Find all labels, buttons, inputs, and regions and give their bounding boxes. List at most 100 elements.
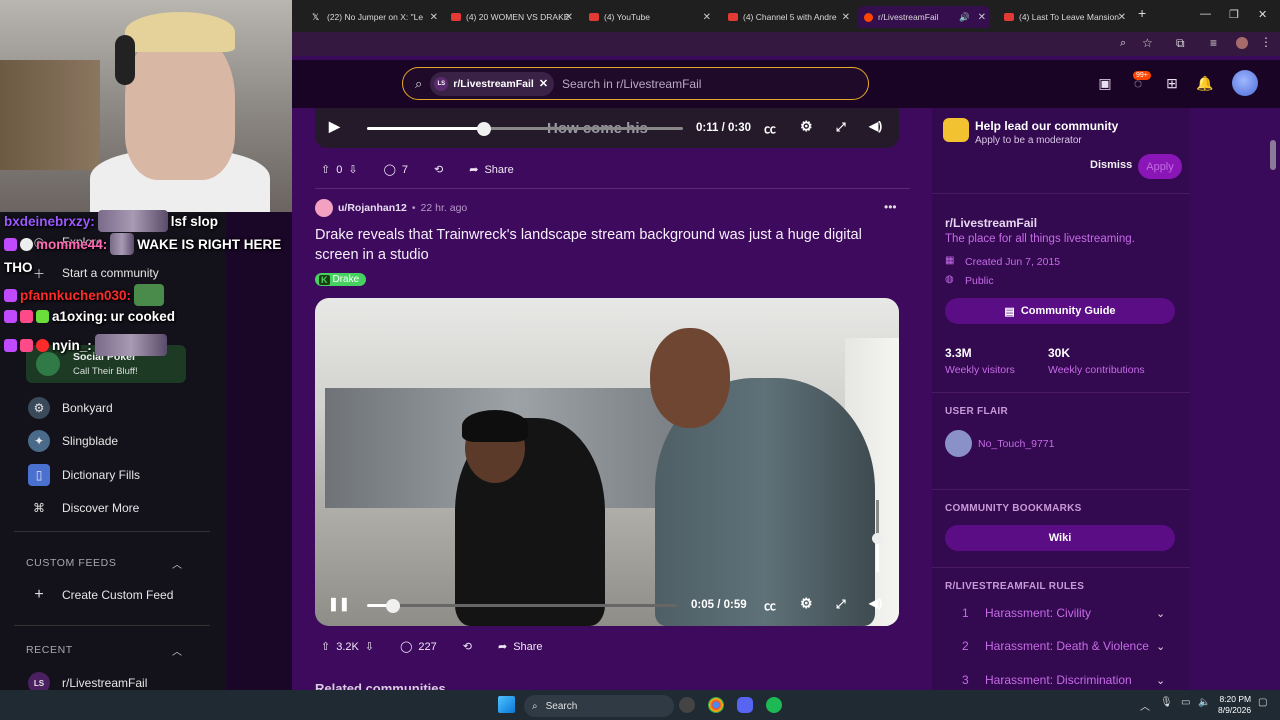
- close-icon[interactable]: ✕: [842, 12, 850, 23]
- fullscreen-icon[interactable]: ⤢: [836, 120, 846, 135]
- speaker-icon[interactable]: 🔊: [959, 12, 970, 23]
- post2-crosspost-button[interactable]: ⟲: [463, 640, 472, 653]
- notification-icon[interactable]: ▢: [1258, 697, 1267, 708]
- chevron-up-icon[interactable]: ︿: [1140, 698, 1150, 713]
- address-bar[interactable]: ⌕ ☆ ⧉ ≡ ⋮: [292, 32, 1280, 56]
- advertise-icon[interactable]: ▣: [1096, 74, 1114, 92]
- post2-title[interactable]: Drake reveals that Trainwreck's landscap…: [315, 225, 905, 265]
- minimize-icon[interactable]: —: [1200, 8, 1211, 20]
- tab-no-jumper[interactable]: 𝕏 (22) No Jumper on X: "Le ✕: [306, 6, 442, 28]
- media-control-icon[interactable]: ≡: [1210, 36, 1217, 50]
- wiki-button[interactable]: Wiki: [945, 525, 1175, 551]
- post2-seek-track[interactable]: [367, 604, 677, 607]
- star-icon[interactable]: ☆: [1142, 36, 1153, 50]
- discord-icon[interactable]: [737, 697, 753, 713]
- tab-channel-5[interactable]: (4) Channel 5 with Andre ✕: [722, 6, 854, 28]
- post1-video-player[interactable]: How come his ▶ 0:11 / 0:30 ㏄ ⚙ ⤢ ◀): [315, 108, 899, 148]
- post2-author[interactable]: u/Rojanhan12: [338, 202, 407, 214]
- custom-feeds-heading[interactable]: CUSTOM FEEDS: [26, 557, 116, 569]
- chevron-down-icon[interactable]: ⌄: [1156, 607, 1165, 620]
- recent-heading[interactable]: RECENT: [26, 644, 73, 656]
- sidebar-item-slingblade[interactable]: ✦ Slingblade: [28, 430, 118, 452]
- close-icon[interactable]: ✕: [539, 77, 548, 90]
- profile-icon[interactable]: [1236, 37, 1248, 49]
- dismiss-button[interactable]: Dismiss: [1090, 159, 1132, 171]
- close-icon[interactable]: ✕: [703, 12, 711, 23]
- create-custom-feed-button[interactable]: + Create Custom Feed: [28, 584, 173, 606]
- tab-20-women[interactable]: (4) 20 WOMEN VS DRAKE ✕: [445, 6, 577, 28]
- user-avatar[interactable]: [315, 199, 333, 217]
- extensions-icon[interactable]: ⧉: [1176, 36, 1185, 51]
- post2-flair[interactable]: K Drake: [315, 273, 367, 286]
- community-guide-button[interactable]: ▤ Community Guide: [945, 298, 1175, 324]
- spotify-icon[interactable]: [766, 697, 782, 713]
- windows-start-icon[interactable]: [498, 696, 515, 713]
- close-icon[interactable]: ✕: [978, 12, 986, 23]
- post2-share-button[interactable]: ➦ Share: [498, 640, 543, 654]
- sidebar-item-dictionary-fills[interactable]: ▯ Dictionary Fills: [28, 464, 140, 486]
- apply-button[interactable]: Apply: [1138, 154, 1182, 179]
- chevron-down-icon[interactable]: ⌄: [1156, 674, 1165, 687]
- rule-item[interactable]: 2 Harassment: Death & Violence ⌄: [962, 639, 1165, 653]
- post1-share-button[interactable]: ➦ Share: [469, 163, 514, 177]
- volume-icon[interactable]: ◀): [869, 119, 882, 133]
- post2-video-player[interactable]: ❚❚ 0:05 / 0:59 ㏄ ⚙ ⤢ ◀): [315, 298, 899, 626]
- post2-comments-button[interactable]: ◯ 227: [400, 640, 437, 654]
- more-options-icon[interactable]: •••: [884, 200, 897, 214]
- rule-item[interactable]: 3 Harassment: Discrimination ⌄: [962, 673, 1165, 687]
- taskbar-search[interactable]: ⌕ Search: [524, 695, 674, 717]
- tab-last-to-leave[interactable]: (4) Last To Leave Mansion ✕: [998, 6, 1130, 28]
- webcam-background-shelf: [0, 60, 100, 170]
- tab-youtube[interactable]: (4) YouTube ✕: [583, 6, 715, 28]
- chevron-up-icon[interactable]: ︿: [172, 643, 182, 658]
- new-tab-button[interactable]: +: [1138, 5, 1146, 21]
- upvote-icon[interactable]: ⇧: [321, 163, 330, 176]
- post1-comments-button[interactable]: ◯ 7: [384, 163, 408, 177]
- sidebar-item-start-community[interactable]: ＋ Start a community: [28, 262, 159, 284]
- downvote-icon[interactable]: ⇩: [365, 640, 374, 653]
- gear-icon[interactable]: ⚙: [800, 595, 813, 612]
- close-icon[interactable]: ✕: [430, 12, 438, 23]
- maximize-icon[interactable]: ❐: [1229, 8, 1239, 21]
- chevron-down-icon[interactable]: ⌄: [1156, 640, 1165, 653]
- search-community-chip[interactable]: LS r/LivestreamFail ✕: [430, 71, 555, 96]
- downvote-icon[interactable]: ⇩: [348, 163, 357, 176]
- pause-icon[interactable]: ❚❚: [328, 596, 350, 612]
- close-icon[interactable]: ✕: [1118, 12, 1126, 23]
- zoom-icon[interactable]: ⌕: [1120, 37, 1126, 50]
- monitor-icon[interactable]: ▭: [1181, 697, 1190, 708]
- post1-vote[interactable]: ⇧ 0 ⇩: [321, 163, 358, 177]
- streamer-webcam: [0, 0, 292, 212]
- chevron-up-icon[interactable]: ︿: [172, 556, 182, 571]
- menu-icon[interactable]: ⋮: [1260, 35, 1272, 49]
- app-icon[interactable]: [679, 697, 695, 713]
- fullscreen-icon[interactable]: ⤢: [836, 597, 846, 612]
- sidebar-item-bonkyard[interactable]: ⚙ Bonkyard: [28, 397, 113, 419]
- flair-avatar[interactable]: [945, 430, 972, 457]
- play-icon[interactable]: ▶: [329, 118, 340, 135]
- tab-livestreamfail[interactable]: r/LivestreamFail 🔊 ✕: [858, 6, 990, 28]
- gear-icon[interactable]: ⚙: [800, 118, 813, 135]
- post1-crosspost-button[interactable]: ⟲: [434, 163, 443, 176]
- close-window-icon[interactable]: ✕: [1258, 8, 1267, 21]
- upvote-icon[interactable]: ⇧: [321, 640, 330, 653]
- avatar[interactable]: [1232, 70, 1258, 96]
- bell-icon[interactable]: 🔔: [1196, 74, 1214, 92]
- microphone-icon[interactable]: 🎙: [1160, 697, 1173, 708]
- taskbar-clock[interactable]: 8:20 PM 8/9/2026: [1218, 694, 1251, 716]
- chrome-icon[interactable]: [708, 697, 724, 713]
- create-post-icon[interactable]: ⊞: [1163, 74, 1181, 92]
- close-icon[interactable]: ✕: [565, 12, 573, 23]
- post2-vote[interactable]: ⇧ 3.2K ⇩: [321, 640, 374, 654]
- rule-item[interactable]: 1 Harassment: Civility ⌄: [962, 606, 1165, 620]
- post1-seek-knob[interactable]: [476, 122, 491, 136]
- flair-username[interactable]: No_Touch_9771: [978, 438, 1054, 450]
- sidebar-item-discover-more[interactable]: ⌘ Discover More: [28, 497, 139, 519]
- search-input[interactable]: ⌕ LS r/LivestreamFail ✕ Search in r/Live…: [402, 67, 869, 100]
- page-scrollbar[interactable]: [1270, 140, 1276, 170]
- captions-icon[interactable]: ㏄: [764, 120, 776, 137]
- youtube-icon: [589, 13, 599, 21]
- captions-icon[interactable]: ㏄: [764, 597, 776, 614]
- volume-icon[interactable]: ◀): [869, 596, 882, 610]
- speaker-icon[interactable]: 🔈: [1198, 697, 1210, 708]
